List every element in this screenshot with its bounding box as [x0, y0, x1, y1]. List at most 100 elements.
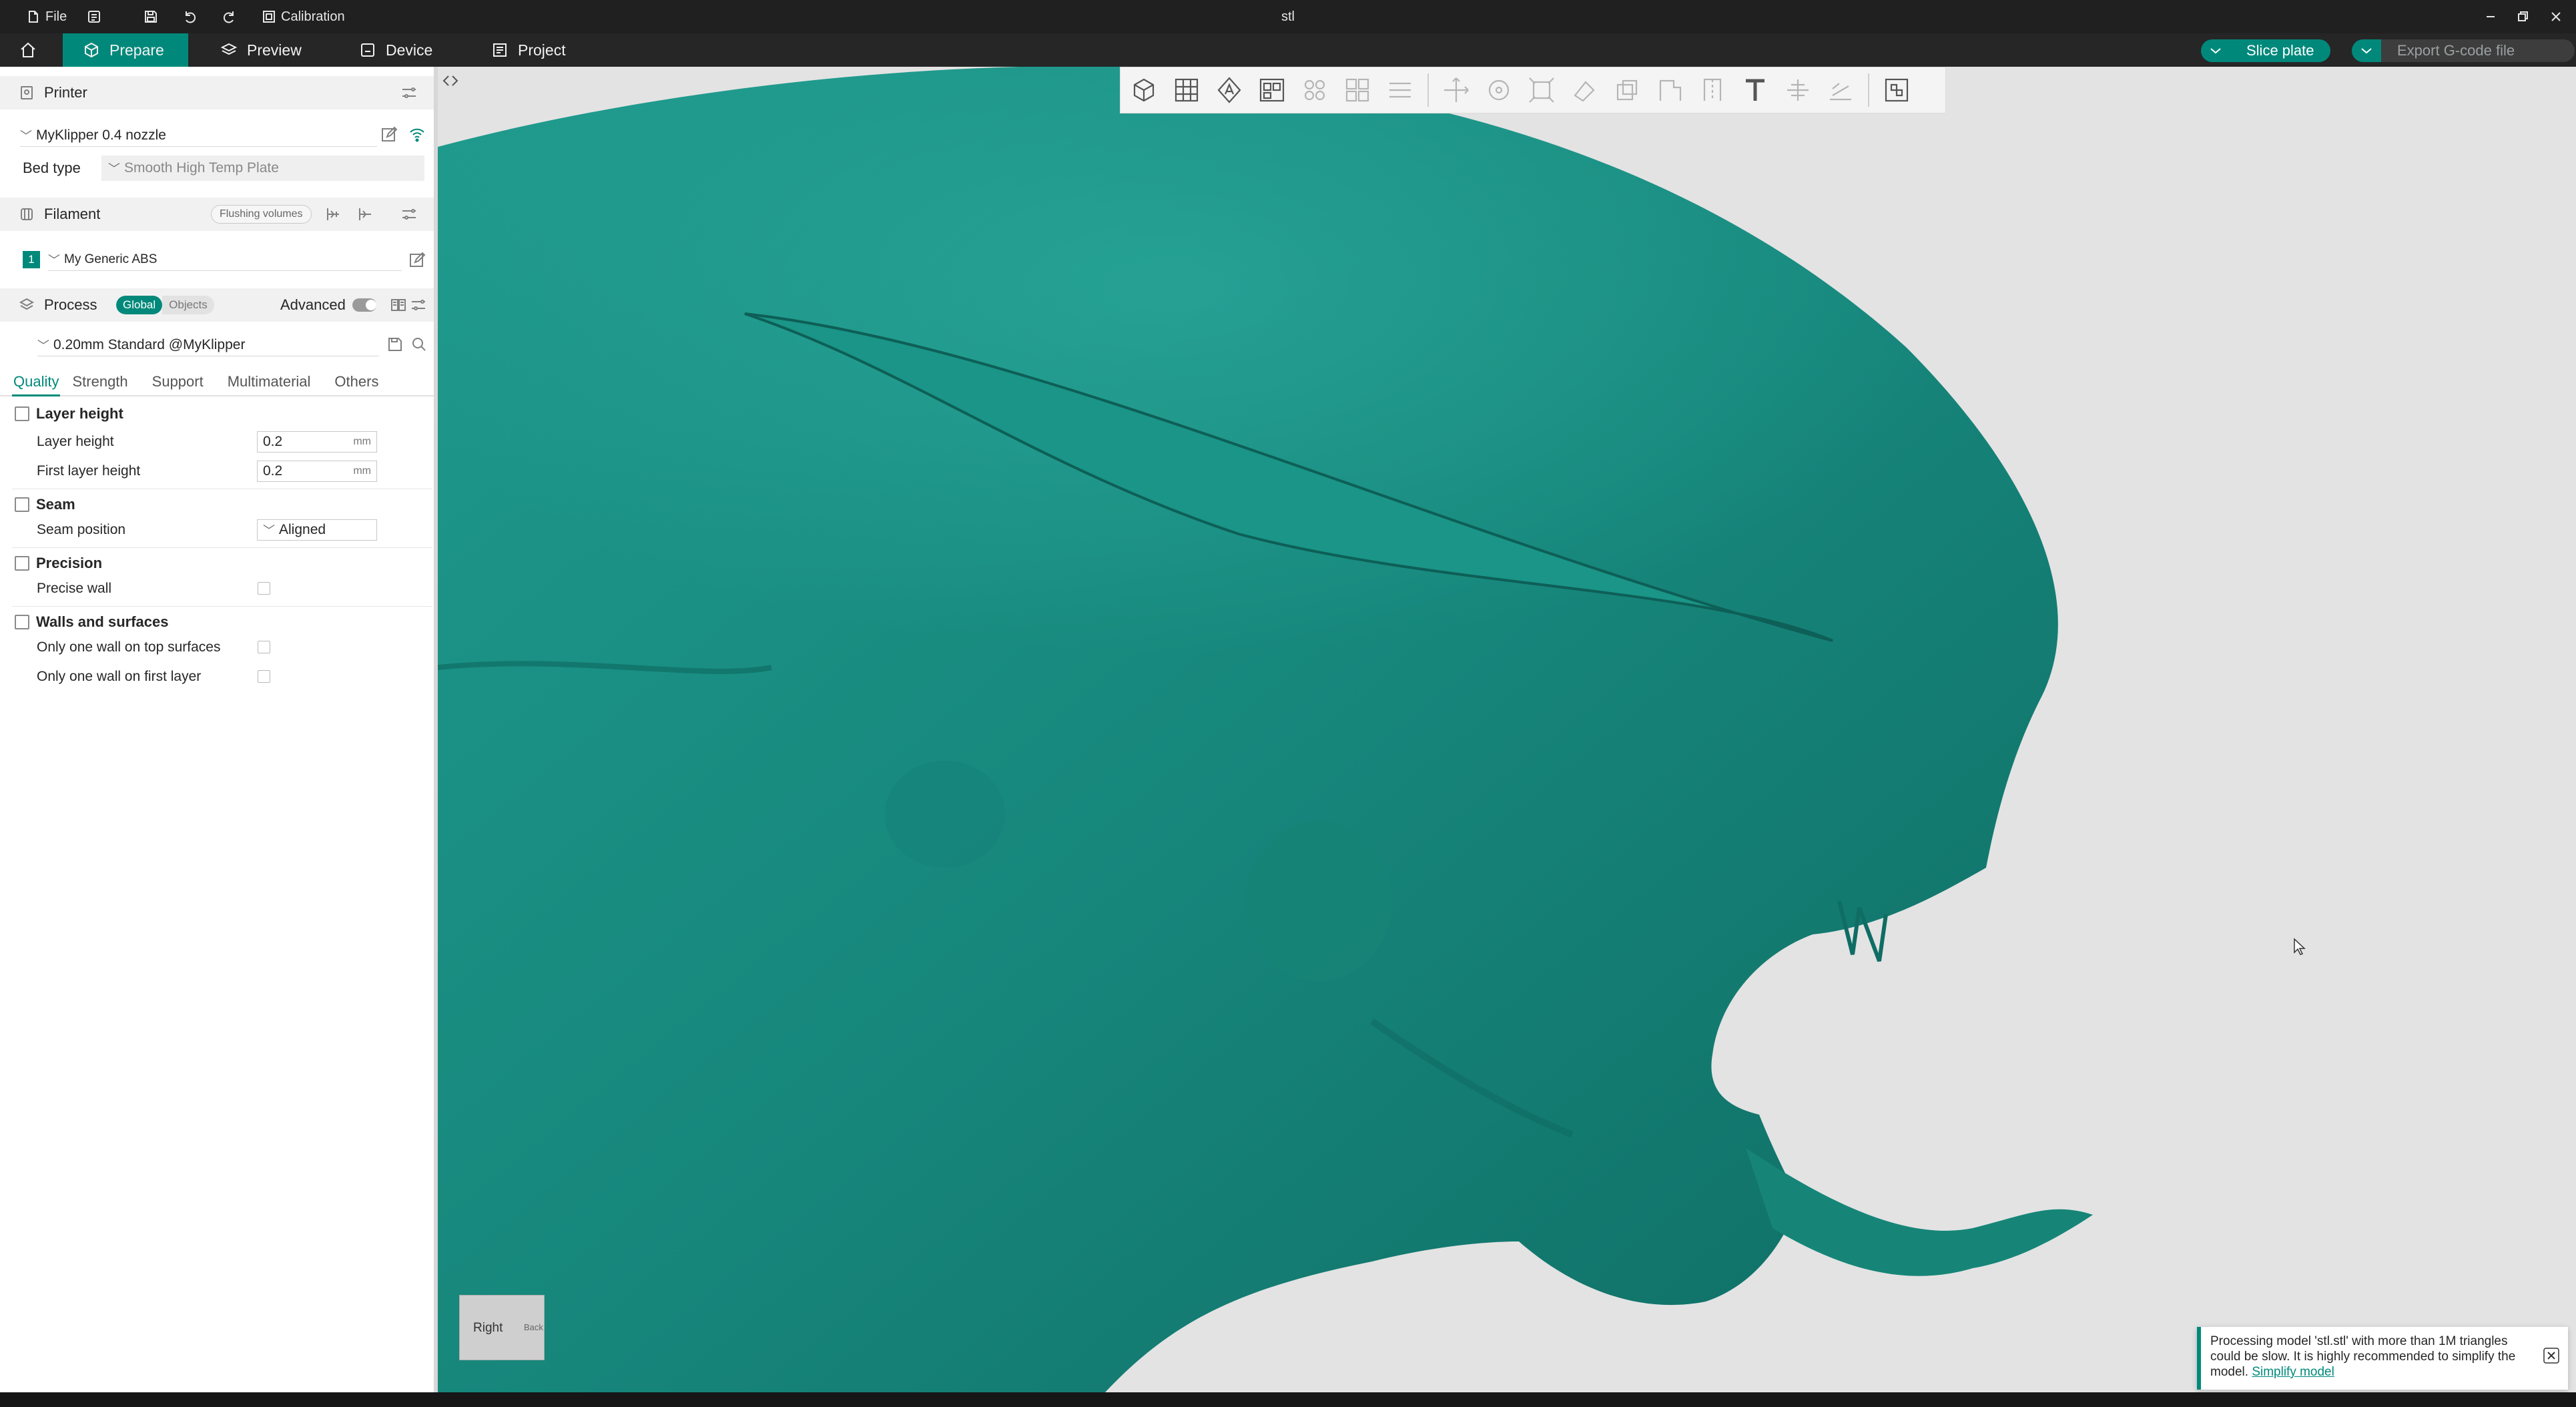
restore-button[interactable]: [2516, 0, 2529, 33]
layers-icon: [220, 43, 238, 55]
measure-icon[interactable]: [1779, 71, 1817, 109]
first-layer-height-input[interactable]: 0.2 mm: [257, 461, 377, 482]
view-navigation-cube[interactable]: Right Back: [459, 1295, 545, 1360]
seam-position-value: Aligned: [279, 522, 326, 537]
home-button[interactable]: [7, 33, 49, 67]
variable-layer-icon[interactable]: [1877, 71, 1916, 109]
seam-position-select[interactable]: ﹀ Aligned: [257, 519, 377, 541]
printer-settings-icon[interactable]: [400, 84, 418, 101]
auto-orient-icon[interactable]: [1210, 71, 1249, 109]
rotate-icon[interactable]: [1480, 71, 1518, 109]
export-gcode-button[interactable]: Export G-code file: [2352, 39, 2575, 62]
seam-icon: [15, 497, 29, 512]
walls-icon: [15, 615, 29, 629]
tab-multimaterial[interactable]: Multimaterial: [216, 368, 323, 396]
arrange-icon[interactable]: [1253, 71, 1291, 109]
process-preset-select[interactable]: ﹀ 0.20mm Standard @MyKlipper: [37, 334, 379, 356]
tab-device[interactable]: Device: [339, 33, 452, 67]
one-wall-top-checkbox[interactable]: [258, 641, 270, 653]
search-icon[interactable]: [411, 336, 427, 352]
printer-icon: [19, 85, 35, 101]
add-plate-icon[interactable]: [1167, 71, 1206, 109]
export-dropdown-icon[interactable]: [2352, 39, 2381, 62]
bed-type-value: Smooth High Temp Plate: [124, 160, 279, 176]
tab-preview[interactable]: Preview: [200, 33, 322, 67]
tab-quality[interactable]: Quality: [12, 368, 61, 396]
close-button[interactable]: [2549, 0, 2563, 33]
collapse-sidebar-icon[interactable]: [442, 73, 459, 88]
flushing-volumes-button[interactable]: Flushing volumes: [211, 205, 312, 224]
slice-plate-label: Slice plate: [2230, 39, 2330, 62]
filament-select[interactable]: ﹀ My Generic ABS: [48, 248, 402, 271]
seam-paint-icon[interactable]: [1693, 71, 1732, 109]
walls-surfaces-group: Walls and surfaces: [15, 609, 168, 635]
bed-type-select[interactable]: ﹀ Smooth High Temp Plate: [101, 156, 424, 181]
layers-edit-icon[interactable]: [1381, 71, 1419, 109]
add-filament-icon[interactable]: [324, 206, 342, 223]
simplify-model-link[interactable]: Simplify model: [2252, 1365, 2334, 1379]
wifi-icon[interactable]: [408, 125, 426, 143]
split-objects-icon[interactable]: [1295, 71, 1334, 109]
tab-preview-label: Preview: [247, 41, 302, 59]
view-toolbar: [1120, 67, 1946, 113]
precision-group: Precision: [15, 550, 102, 577]
bed-type-row: Bed type ﹀ Smooth High Temp Plate: [0, 155, 434, 182]
move-icon[interactable]: [1437, 71, 1476, 109]
layer-height-unit: mm: [353, 436, 371, 447]
filament-slot-row[interactable]: 1 ﹀ My Generic ABS: [0, 247, 434, 272]
support-paint-icon[interactable]: [1650, 71, 1689, 109]
split-parts-icon[interactable]: [1338, 71, 1377, 109]
model-tongue: [1746, 1148, 2093, 1276]
layer-height-input[interactable]: 0.2 mm: [257, 431, 377, 453]
edit-printer-icon[interactable]: [380, 125, 398, 143]
first-layer-height-unit: mm: [353, 465, 371, 477]
process-section-title: Process: [44, 296, 97, 313]
edit-filament-icon[interactable]: [408, 251, 426, 268]
bed-type-label: Bed type: [23, 160, 81, 176]
tab-others[interactable]: Others: [322, 368, 390, 396]
filament-icon: [19, 206, 35, 222]
add-object-icon[interactable]: [1124, 71, 1163, 109]
scope-global[interactable]: Global: [116, 296, 163, 314]
save-preset-icon[interactable]: [387, 336, 403, 352]
assembly-icon[interactable]: [1821, 71, 1860, 109]
process-settings-icon[interactable]: [410, 296, 427, 314]
tab-prepare-label: Prepare: [109, 41, 164, 59]
tab-prepare[interactable]: Prepare: [63, 33, 188, 67]
process-preset-name: 0.20mm Standard @MyKlipper: [53, 336, 246, 352]
layer-height-icon: [15, 406, 29, 421]
layer-height-label: Layer height: [37, 434, 114, 449]
slice-plate-button[interactable]: Slice plate: [2201, 39, 2330, 62]
close-icon[interactable]: [2543, 1347, 2560, 1364]
text-icon[interactable]: [1736, 71, 1775, 109]
cut-icon[interactable]: [1608, 71, 1646, 109]
tab-support[interactable]: Support: [140, 368, 216, 396]
remove-filament-icon[interactable]: [356, 206, 374, 223]
advanced-toggle[interactable]: [352, 298, 376, 312]
slice-dropdown-icon[interactable]: [2201, 39, 2230, 62]
tab-project[interactable]: Project: [471, 33, 586, 67]
process-section-header[interactable]: Process Global Objects Advanced: [0, 288, 434, 322]
printer-select[interactable]: ﹀ MyKlipper 0.4 nozzle: [20, 124, 377, 147]
scope-objects[interactable]: Objects: [162, 296, 214, 314]
layer-height-value: 0.2: [263, 434, 283, 449]
precision-icon: [15, 556, 29, 571]
precise-wall-checkbox[interactable]: [258, 582, 270, 595]
filament-slot-number[interactable]: 1: [23, 251, 40, 268]
printer-section-header[interactable]: Printer: [0, 76, 434, 109]
filament-section-header[interactable]: Filament Flushing volumes: [0, 198, 434, 231]
seam-group-title: Seam: [36, 496, 75, 513]
tab-strength[interactable]: Strength: [60, 368, 139, 396]
lay-on-face-icon[interactable]: [1565, 71, 1604, 109]
filament-settings-icon[interactable]: [400, 206, 418, 223]
one-wall-first-checkbox[interactable]: [258, 670, 270, 683]
process-scope-toggle[interactable]: Global Objects: [116, 296, 214, 314]
prepare-icon: [85, 42, 98, 58]
settings-sidebar: Printer ﹀ MyKlipper 0.4 nozzle Bed type …: [0, 67, 438, 1392]
minimize-button[interactable]: [2484, 0, 2497, 33]
3d-viewport[interactable]: Right Back Processing model 'stl.stl' wi…: [438, 67, 2576, 1392]
scale-icon[interactable]: [1522, 71, 1561, 109]
advanced-label: Advanced: [280, 296, 346, 313]
compare-presets-icon[interactable]: [390, 296, 407, 314]
model-render[interactable]: [438, 67, 2576, 1392]
